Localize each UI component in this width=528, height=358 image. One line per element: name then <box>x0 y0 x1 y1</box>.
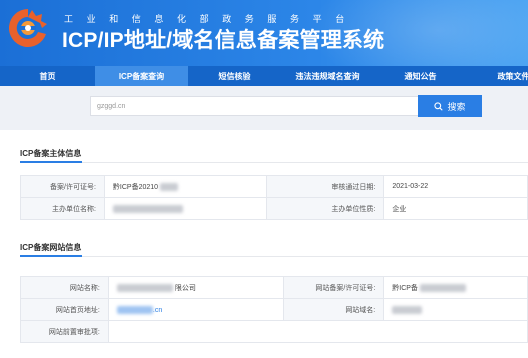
pre-approval-value <box>107 320 528 343</box>
table-row: 备案/许可证号: 黔ICP备20210 审核通过日期: 2021-03-22 <box>20 175 528 198</box>
subject-info-table: 备案/许可证号: 黔ICP备20210 审核通过日期: 2021-03-22 主… <box>20 175 528 220</box>
search-icon <box>434 101 444 111</box>
search-button-label: 搜索 <box>447 101 466 112</box>
nav-item-policy-docs[interactable]: 政策文件 <box>467 66 528 86</box>
site-domain-label: 网站域名: <box>283 298 385 321</box>
site-name-value: 限公司 <box>107 276 285 299</box>
section-title-subject: ICP备案主体信息 <box>20 149 82 158</box>
nav-item-notices[interactable]: 通知公告 <box>374 66 467 86</box>
approval-date-label: 审核通过日期: <box>265 175 385 198</box>
pre-approval-label: 网站前置审批项: <box>20 320 109 343</box>
site-license-label: 网站备案/许可证号: <box>283 276 385 299</box>
organizer-name-label: 主办单位名称: <box>20 197 105 220</box>
nav-item-illegal-domain-query[interactable]: 违法违规域名查询 <box>281 66 374 86</box>
search-bar: gzggd.cn 搜索 <box>0 86 528 130</box>
site-name-label: 网站名称: <box>20 276 109 299</box>
search-input[interactable]: gzggd.cn <box>90 96 418 116</box>
nav-item-sms-verify[interactable]: 短信核验 <box>188 66 281 86</box>
site-domain-value <box>383 298 528 321</box>
table-row: 网站首页地址: .cn 网站域名: <box>20 298 528 321</box>
nav-item-icp-query[interactable]: ICP备案查询 <box>95 66 188 86</box>
section-divider <box>20 161 528 163</box>
approval-date-value: 2021-03-22 <box>383 175 528 198</box>
organizer-type-label: 主办单位性质: <box>265 197 385 220</box>
organizer-type-value: 企业 <box>383 197 528 220</box>
homepage-url-value[interactable]: .cn <box>107 298 285 321</box>
site-header: 工业和信息化部政务服务平台 ICP/IP地址/域名信息备案管理系统 <box>0 0 528 66</box>
license-no-value: 黔ICP备20210 <box>103 175 267 198</box>
site-license-value: 黔ICP备 <box>383 276 528 299</box>
miit-logo-icon[interactable] <box>6 6 50 50</box>
result-panel: ICP备案主体信息 备案/许可证号: 黔ICP备20210 审核通过日期: 20… <box>0 130 528 358</box>
homepage-url-label: 网站首页地址: <box>20 298 109 321</box>
nav-item-home[interactable]: 首页 <box>0 66 95 86</box>
license-no-label: 备案/许可证号: <box>20 175 105 198</box>
search-button[interactable]: 搜索 <box>418 95 482 117</box>
table-row: 网站名称: 限公司 网站备案/许可证号: 黔ICP备 <box>20 276 528 299</box>
table-row: 主办单位名称: 主办单位性质: 企业 <box>20 197 528 220</box>
section-title-website: ICP备案网站信息 <box>20 243 82 252</box>
main-nav: 首页 ICP备案查询 短信核验 违法违规域名查询 通知公告 政策文件 <box>0 66 528 86</box>
organizer-name-value <box>103 197 267 220</box>
section-divider <box>20 255 528 257</box>
table-row: 网站前置审批项: <box>20 320 528 343</box>
website-info-table: 网站名称: 限公司 网站备案/许可证号: 黔ICP备 网站首页地址: .cn 网… <box>20 276 528 343</box>
homepage-url-link[interactable]: .cn <box>153 306 162 313</box>
page-title: ICP/IP地址/域名信息备案管理系统 <box>62 29 385 52</box>
